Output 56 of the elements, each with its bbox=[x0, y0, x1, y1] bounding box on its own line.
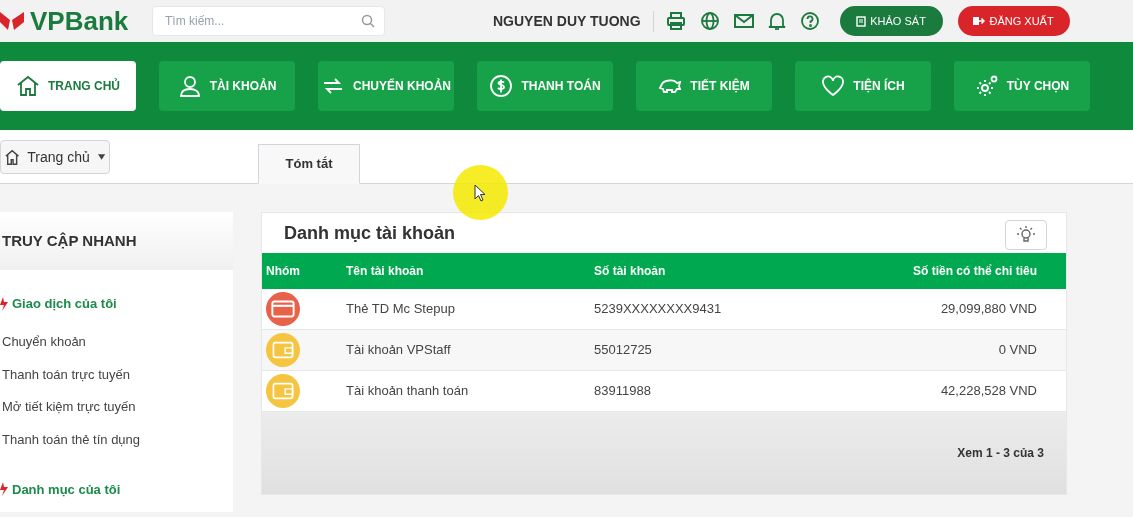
heart-icon bbox=[821, 74, 846, 98]
section-title: Danh mục của tôi bbox=[12, 480, 121, 499]
account-balance: 42,228,528 VND bbox=[940, 383, 1037, 399]
card-title: Danh mục tài khoản bbox=[284, 221, 456, 245]
nav-tab[interactable]: TIỆN ÍCH bbox=[795, 61, 931, 111]
bolt-icon bbox=[0, 296, 8, 311]
nav-tab[interactable]: TIẾT KIỆM bbox=[636, 61, 772, 111]
account-name: Thẻ TD Mc Stepup bbox=[346, 301, 455, 317]
section-title: Giao dịch của tôi bbox=[12, 295, 117, 313]
mail-icon[interactable] bbox=[733, 13, 754, 29]
lightbulb-icon[interactable] bbox=[1016, 225, 1036, 245]
user-icon bbox=[177, 74, 202, 98]
home-icon bbox=[16, 74, 40, 98]
logout-button[interactable]: ĐĂNG XUẤT bbox=[957, 6, 1070, 36]
column-header: Tên tài khoản bbox=[346, 263, 425, 280]
pagination-text: Xem 1 - 3 của 3 bbox=[957, 445, 1044, 462]
tab[interactable]: Tóm tắt bbox=[258, 144, 360, 184]
account-balance: 29,099,880 VND bbox=[940, 301, 1037, 317]
user-name: NGUYEN DUY TUONG bbox=[493, 10, 654, 32]
nav-tab[interactable]: TÙY CHỌN bbox=[954, 61, 1090, 111]
account-number: 5239XXXXXXXX9431 bbox=[594, 301, 722, 317]
breadcrumb-dropdown[interactable]: Trang chủ bbox=[0, 140, 110, 174]
nav-tab[interactable]: TÀI KHOẢN bbox=[159, 61, 295, 111]
bell-icon[interactable] bbox=[767, 11, 786, 31]
sidebar-link[interactable]: Chuyển khoản bbox=[0, 325, 233, 358]
sidebar-link[interactable]: Thanh toán trực tuyến bbox=[0, 358, 233, 391]
column-header: Số tiền có thể chi tiêu bbox=[912, 263, 1037, 280]
sidebar-link[interactable]: Thanh toán thẻ tín dụng bbox=[0, 423, 233, 456]
printer-icon[interactable] bbox=[665, 11, 686, 31]
survey-button[interactable]: KHẢO SÁT bbox=[839, 6, 943, 36]
globe-icon[interactable] bbox=[699, 11, 720, 31]
help-icon[interactable] bbox=[799, 11, 820, 31]
search-icon[interactable] bbox=[361, 14, 375, 28]
account-balance: 0 VND bbox=[998, 342, 1037, 358]
column-header: Số tài khoản bbox=[594, 263, 667, 280]
account-number: 83911988 bbox=[594, 383, 651, 399]
nav-tab[interactable]: THANH TOÁN bbox=[477, 61, 613, 111]
column-header: Nhóm bbox=[265, 263, 301, 280]
caret-icon bbox=[97, 154, 105, 160]
settings-icon bbox=[974, 74, 999, 98]
logo: VPBank bbox=[30, 8, 129, 34]
nav-tab[interactable]: CHUYỂN KHOẢN bbox=[318, 61, 454, 111]
bolt-icon bbox=[0, 482, 8, 497]
account-name: Tài khoản VPStaff bbox=[346, 342, 451, 358]
account-number: 55012725 bbox=[594, 342, 652, 358]
account-name: Tài khoản thanh toán bbox=[346, 383, 469, 399]
lightbulb-button[interactable] bbox=[1005, 220, 1047, 250]
cursor-icon bbox=[473, 183, 488, 202]
sidebar-link[interactable]: Mở tiết kiệm trực tuyến bbox=[0, 390, 233, 423]
document-icon bbox=[856, 15, 867, 27]
nav-tab[interactable]: TRANG CHỦ bbox=[0, 61, 136, 111]
dollar-icon bbox=[489, 74, 514, 98]
search-field[interactable]: Tìm kiếm... bbox=[152, 6, 385, 36]
logout-icon bbox=[973, 16, 986, 26]
home-icon bbox=[5, 148, 20, 166]
logo-icon bbox=[0, 10, 26, 32]
